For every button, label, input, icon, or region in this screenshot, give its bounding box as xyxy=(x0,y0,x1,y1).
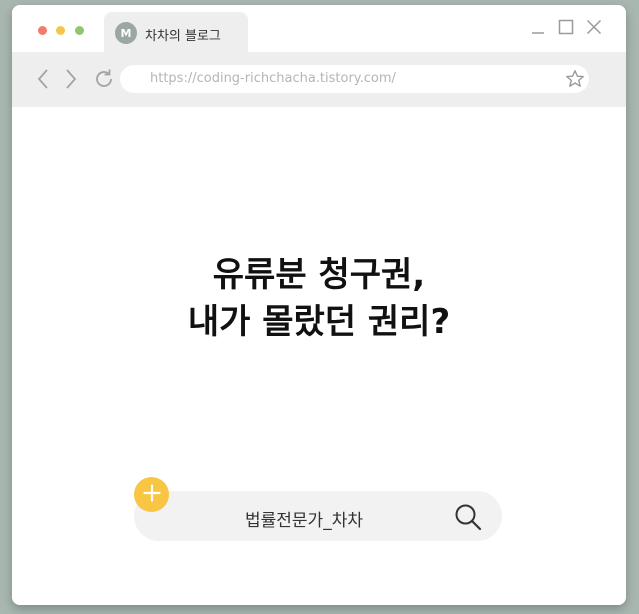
navigation-bar: https://coding-richchacha.tistory.com/ xyxy=(12,52,626,107)
tab-title: 차차의 블로그 xyxy=(145,29,221,44)
page-title: 유류분 청구권, 내가 몰랐던 권리? xyxy=(12,252,626,346)
browser-tab[interactable]: M 차차의 블로그 xyxy=(104,12,248,53)
tab-avatar: M xyxy=(115,22,137,44)
star-icon[interactable] xyxy=(565,69,585,93)
title-bar: M 차차의 블로그 xyxy=(12,5,626,53)
address-bar[interactable]: https://coding-richchacha.tistory.com/ xyxy=(120,65,589,93)
close-icon[interactable] xyxy=(586,19,602,35)
url-text[interactable]: https://coding-richchacha.tistory.com/ xyxy=(150,71,396,86)
minimize-icon[interactable] xyxy=(530,19,546,35)
search-bar[interactable]: 법률전문가_차차 xyxy=(134,491,502,541)
plus-icon xyxy=(142,483,161,506)
page-content: 유류분 청구권, 내가 몰랐던 권리? 법률전문가_차차 xyxy=(12,107,626,605)
back-icon[interactable] xyxy=(36,68,50,90)
browser-window: M 차차의 블로그 https://coding-richchacha.tist… xyxy=(12,5,626,605)
maximize-icon[interactable] xyxy=(558,19,574,35)
headline-line-1: 유류분 청구권, xyxy=(212,255,426,295)
window-minimize-dot[interactable] xyxy=(56,26,65,35)
search-label: 법률전문가_차차 xyxy=(245,511,363,531)
window-close-dot[interactable] xyxy=(38,26,47,35)
reload-icon[interactable] xyxy=(92,67,116,91)
headline-line-2: 내가 몰랐던 권리? xyxy=(187,302,451,342)
search-icon[interactable] xyxy=(454,503,482,535)
add-button[interactable] xyxy=(134,477,169,512)
window-maximize-dot[interactable] xyxy=(75,26,84,35)
forward-icon[interactable] xyxy=(64,68,78,90)
